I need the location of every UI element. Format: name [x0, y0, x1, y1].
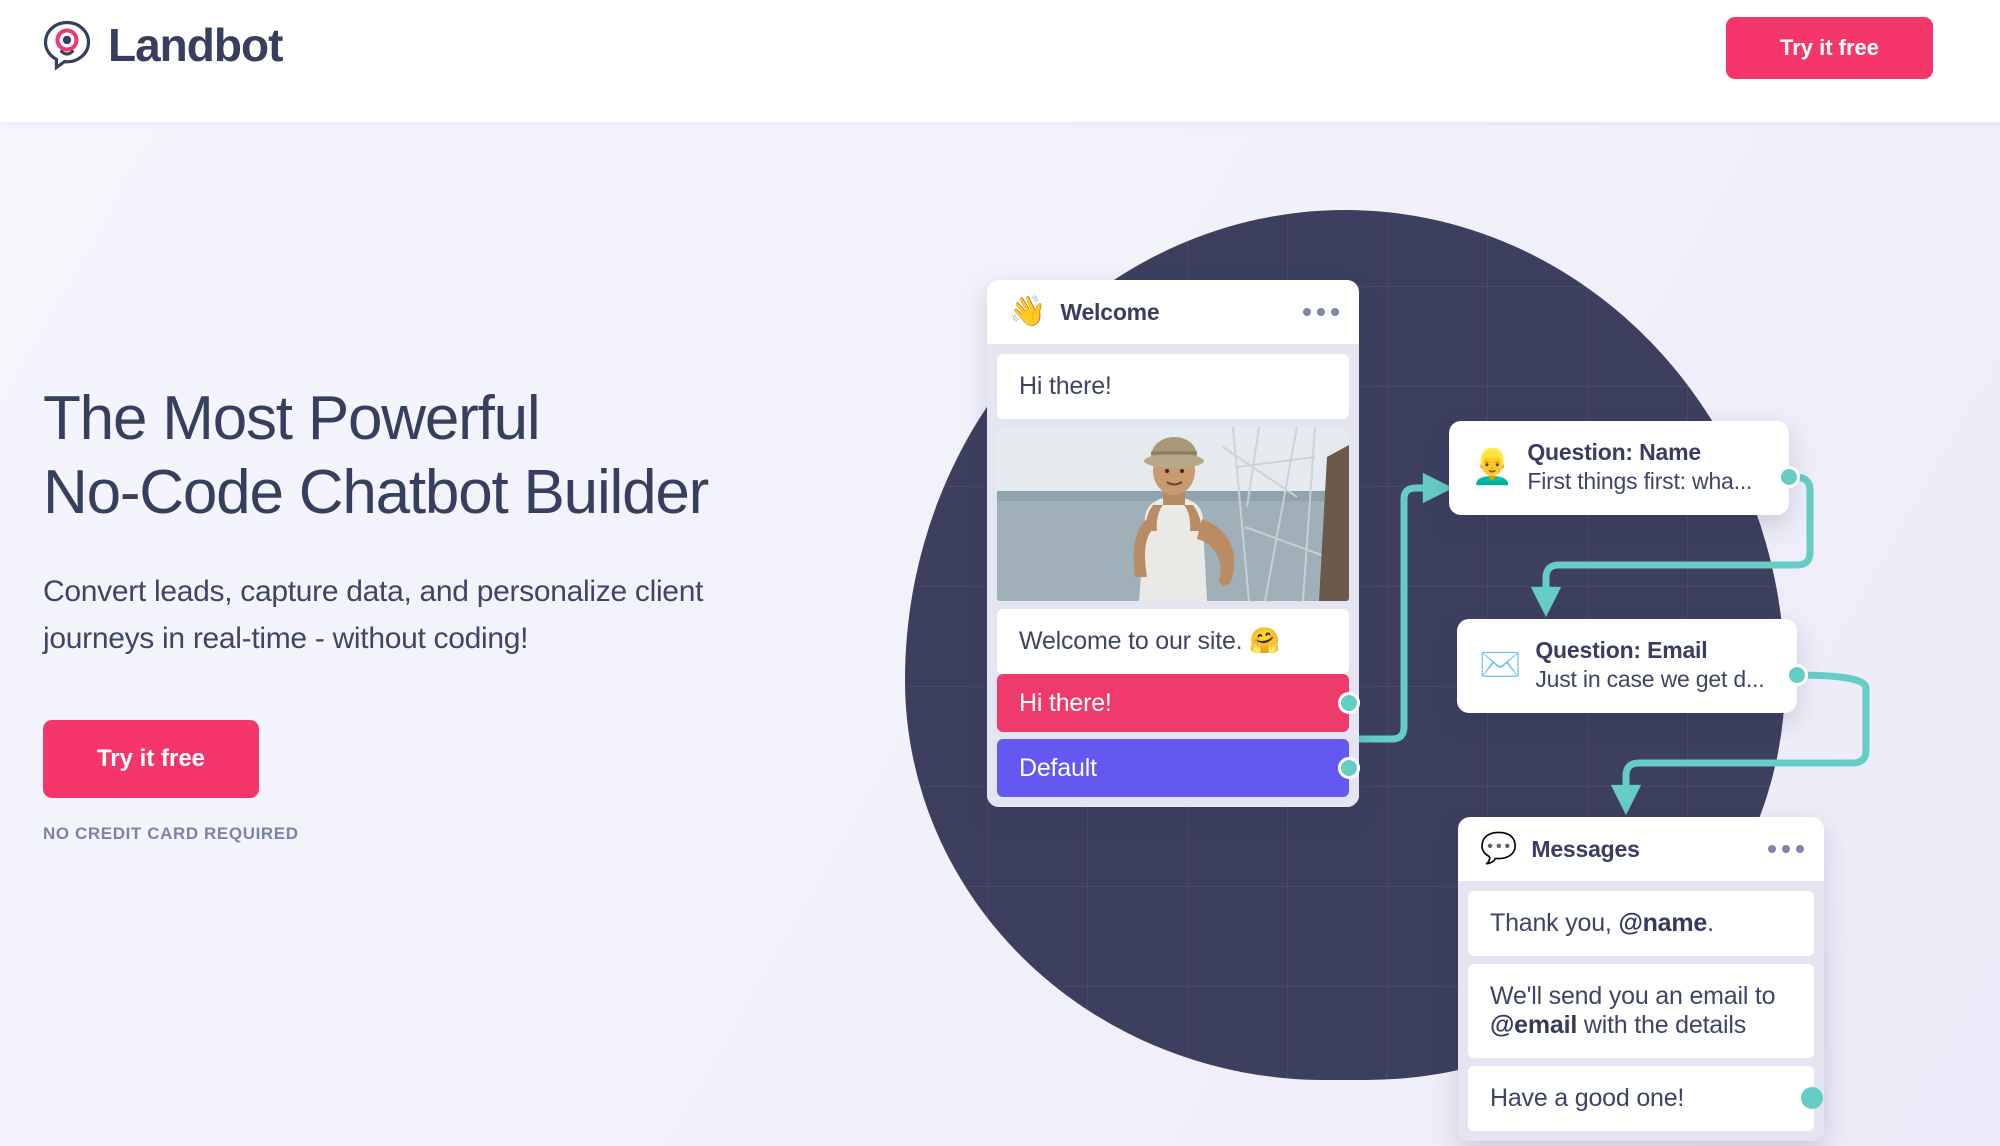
header-try-it-free-button[interactable]: Try it free — [1726, 17, 1933, 79]
man-in-hat-by-the-sea-photo — [997, 427, 1349, 601]
envelope-emoji: ✉️ — [1479, 646, 1522, 684]
message-bubble-3: Have a good one! — [1468, 1066, 1823, 1131]
messages-flow-card[interactable]: 💬 Messages Thank you, @name. We'll send … — [1458, 817, 1824, 1141]
question-email-text: Question: Email Just in case we get d... — [1535, 637, 1764, 693]
hero-section: The Most Powerful No-Code Chatbot Builde… — [0, 122, 2000, 1146]
choice-button-default[interactable]: Default — [997, 739, 1360, 797]
site-header: Landbot Try it free — [0, 0, 2000, 122]
more-options-icon[interactable] — [1768, 845, 1804, 853]
choice-label: Default — [1019, 753, 1097, 782]
connector-knob-hi-there[interactable] — [1338, 692, 1360, 714]
message-bubble-2: We'll send you an email to @email with t… — [1468, 964, 1814, 1058]
chatbot-flow-canvas: 👋 Welcome Hi there! Welcome to our site.… — [0, 122, 2000, 1146]
question-email-subtitle: Just in case we get d... — [1535, 666, 1765, 692]
message-3-text: Have a good one! — [1490, 1084, 1685, 1112]
connector-knob-default[interactable] — [1338, 757, 1360, 779]
choice-button-hi-there[interactable]: Hi there! — [997, 674, 1360, 732]
welcome-card-title: Welcome — [1060, 298, 1160, 325]
welcome-bubble-2: Welcome to our site. 🤗 — [997, 609, 1349, 674]
more-options-icon[interactable] — [1303, 308, 1339, 316]
connector-knob-messages[interactable] — [1801, 1087, 1823, 1109]
landbot-speech-bubble-logo-icon — [40, 18, 94, 72]
messages-card-header: 💬 Messages — [1458, 817, 1824, 881]
welcome-bubble-1: Hi there! — [997, 354, 1349, 419]
messages-card-title: Messages — [1531, 835, 1640, 862]
message-bubble-1: Thank you, @name. — [1468, 891, 1814, 956]
blond-man-emoji: 👱‍♂️ — [1471, 448, 1514, 486]
welcome-card-header: 👋 Welcome — [987, 280, 1359, 344]
message-1-variable: @name — [1618, 909, 1708, 937]
landing-page: Landbot Try it free The Most Powerful No… — [0, 0, 2000, 1146]
logo[interactable]: Landbot — [40, 18, 283, 72]
question-email-title: Question: Email — [1535, 637, 1708, 663]
message-1-prefix: Thank you, — [1490, 909, 1619, 937]
question-email-flow-card[interactable]: ✉️ Question: Email Just in case we get d… — [1457, 619, 1808, 713]
welcome-card-choices: Hi there! Default — [987, 674, 1360, 807]
welcome-flow-card[interactable]: 👋 Welcome Hi there! Welcome to our site.… — [987, 280, 1360, 807]
message-2-variable: @email — [1490, 1011, 1578, 1039]
question-name-flow-card[interactable]: 👱‍♂️ Question: Name First things first: … — [1449, 421, 1800, 515]
speech-balloon-emoji: 💬 — [1480, 832, 1518, 865]
message-2-prefix: We'll send you an email to — [1490, 982, 1776, 1010]
choice-label: Hi there! — [1019, 688, 1112, 717]
logo-text: Landbot — [108, 19, 283, 71]
question-email-row: ✉️ Question: Email Just in case we get d… — [1457, 619, 1797, 713]
question-name-subtitle: First things first: wha... — [1527, 468, 1753, 494]
connector-knob-question-name[interactable] — [1778, 466, 1800, 488]
question-name-title: Question: Name — [1527, 439, 1701, 465]
question-name-row: 👱‍♂️ Question: Name First things first: … — [1449, 421, 1789, 515]
connector-knob-question-email[interactable] — [1786, 664, 1808, 686]
message-2-suffix: with the details — [1577, 1011, 1747, 1039]
messages-card-body: Thank you, @name. We'll send you an emai… — [1458, 881, 1824, 1141]
message-1-suffix: . — [1707, 909, 1714, 937]
waving-hand-emoji: 👋 — [1009, 295, 1047, 328]
welcome-card-body: Hi there! Welcome to our site. 🤗 — [987, 344, 1359, 684]
question-name-text: Question: Name First things first: wha..… — [1527, 439, 1752, 495]
